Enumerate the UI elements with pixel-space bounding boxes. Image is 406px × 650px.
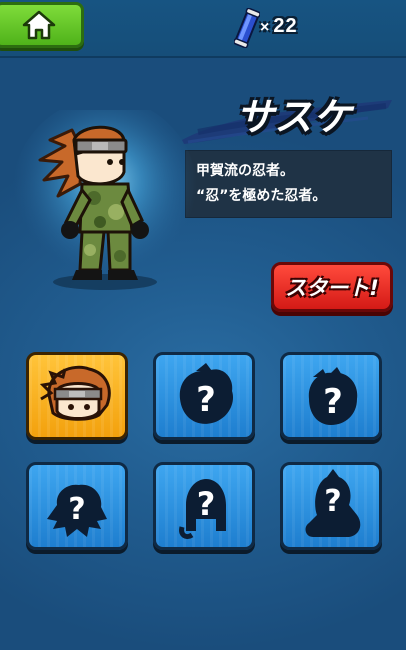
- character-slot-1[interactable]: [26, 352, 128, 440]
- ninja-character-illustration: [13, 98, 197, 290]
- svg-text:?: ?: [68, 492, 85, 527]
- svg-text:?: ?: [196, 380, 216, 420]
- character-portrait: [10, 98, 200, 300]
- character-slot-4[interactable]: ?: [26, 462, 128, 550]
- character-slot-6[interactable]: ?: [280, 462, 382, 550]
- scroll-icon: [234, 8, 260, 48]
- description-line-2: “忍”を極めた忍者。: [196, 188, 327, 204]
- scroll-count-value: 22: [273, 15, 298, 37]
- sasuke-face-icon: [39, 365, 111, 421]
- unknown-silhouette-icon: ?: [308, 367, 358, 425]
- top-bar: × 22: [0, 0, 406, 58]
- start-button[interactable]: スタート!: [271, 262, 393, 312]
- unknown-silhouette-icon: ?: [179, 363, 234, 424]
- description-line-1: 甲賀流の忍者。: [196, 163, 294, 179]
- home-icon: [22, 10, 56, 40]
- scroll-count: × 22: [260, 15, 298, 41]
- svg-text:?: ?: [197, 485, 216, 523]
- svg-text:?: ?: [324, 484, 341, 519]
- unknown-silhouette-icon: ?: [47, 484, 107, 537]
- character-name: サスケ: [235, 95, 353, 139]
- start-button-label: スタート!: [285, 276, 379, 300]
- multiply-sign: ×: [260, 19, 271, 36]
- home-button[interactable]: [0, 2, 84, 48]
- character-description: 甲賀流の忍者。 “忍”を極めた忍者。: [185, 150, 392, 218]
- character-slot-2[interactable]: ?: [153, 352, 255, 440]
- svg-text:?: ?: [323, 382, 343, 422]
- unknown-silhouette-icon: ?: [305, 469, 361, 537]
- unknown-silhouette-icon: ?: [179, 479, 226, 540]
- character-slot-3[interactable]: ?: [280, 352, 382, 440]
- character-slot-5[interactable]: ?: [153, 462, 255, 550]
